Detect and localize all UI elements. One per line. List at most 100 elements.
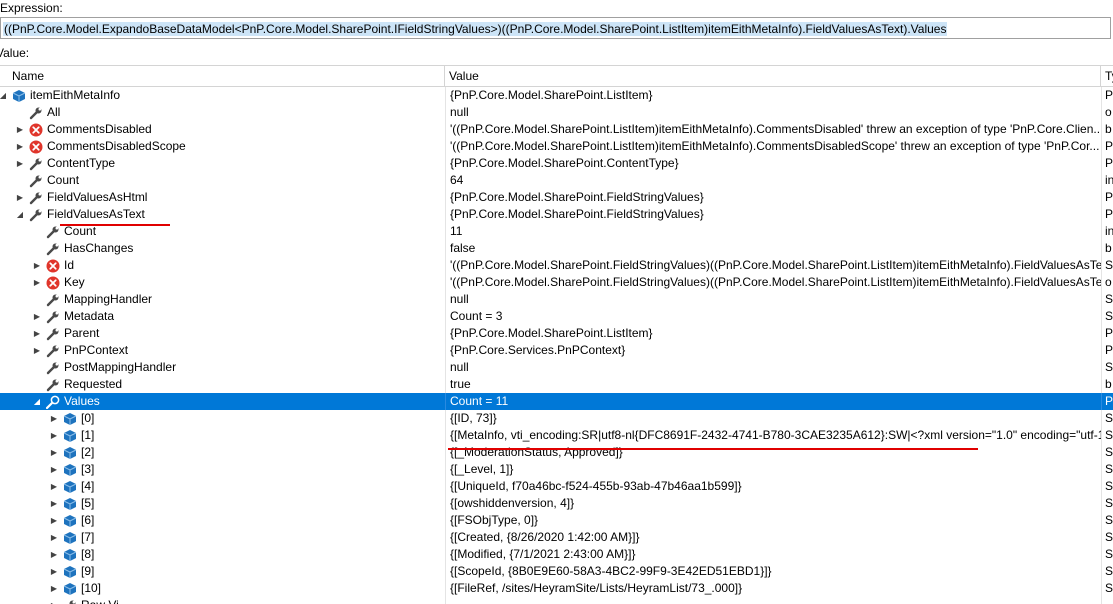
expand-arrow-icon[interactable]: ▶ — [49, 427, 59, 444]
value-cell[interactable]: {PnP.Core.Model.SharePoint.ListItem} — [445, 325, 1101, 342]
table-row[interactable]: Count64in — [0, 172, 1113, 189]
name-cell[interactable]: MappingHandler — [0, 291, 445, 308]
name-cell[interactable]: ▶[1] — [0, 427, 445, 444]
table-row[interactable]: ▶CommentsDisabledScope'((PnP.Core.Model.… — [0, 138, 1113, 155]
table-row[interactable]: ▶MetadataCount = 3Sy — [0, 308, 1113, 325]
name-cell[interactable]: ▶FieldValuesAsHtml — [0, 189, 445, 206]
column-header-type[interactable]: Ty — [1101, 66, 1113, 86]
table-row[interactable]: ▶[7]{[Created, {8/26/2020 1:42:00 AM}]}S… — [0, 529, 1113, 546]
value-cell[interactable]: null — [445, 104, 1101, 121]
name-cell[interactable]: HasChanges — [0, 240, 445, 257]
name-cell[interactable]: ▶[9] — [0, 563, 445, 580]
table-row[interactable]: Requestedtrueb — [0, 376, 1113, 393]
table-row[interactable]: ▶[10]{[FileRef, /sites/HeyramSite/Lists/… — [0, 580, 1113, 597]
table-row[interactable]: ▶Parent{PnP.Core.Model.SharePoint.ListIt… — [0, 325, 1113, 342]
value-cell[interactable]: true — [445, 376, 1101, 393]
collapse-arrow-icon[interactable]: ◢ — [0, 87, 8, 104]
value-cell[interactable]: false — [445, 240, 1101, 257]
collapse-arrow-icon[interactable]: ◢ — [15, 206, 25, 223]
value-cell[interactable]: {PnP.Core.Model.SharePoint.ListItem} — [445, 87, 1101, 104]
value-cell[interactable]: {[_Level, 1]} — [445, 461, 1101, 478]
name-cell[interactable]: ▶[8] — [0, 546, 445, 563]
table-row[interactable]: ▶ContentType{PnP.Core.Model.SharePoint.C… — [0, 155, 1113, 172]
table-row[interactable]: ◢itemEithMetaInfo{PnP.Core.Model.SharePo… — [0, 87, 1113, 104]
name-cell[interactable]: ◢itemEithMetaInfo — [0, 87, 445, 104]
name-cell[interactable]: ▶[3] — [0, 461, 445, 478]
table-row[interactable]: ▶[4]{[UniqueId, f70a46bc-f524-455b-93ab-… — [0, 478, 1113, 495]
name-cell[interactable]: ▶CommentsDisabledScope — [0, 138, 445, 155]
table-row[interactable]: ◢ValuesCount = 11P — [0, 393, 1113, 410]
name-cell[interactable]: ▶[6] — [0, 512, 445, 529]
table-row[interactable]: PostMappingHandlernullSy — [0, 359, 1113, 376]
name-cell[interactable]: ▶Key — [0, 274, 445, 291]
name-cell[interactable]: Requested — [0, 376, 445, 393]
name-cell[interactable]: Count — [0, 172, 445, 189]
table-row[interactable]: ▶[3]{[_Level, 1]}Sy — [0, 461, 1113, 478]
table-row[interactable]: MappingHandlernullSy — [0, 291, 1113, 308]
table-row[interactable]: ▶[1]{[MetaInfo, vti_encoding:SR|utf8-nl{… — [0, 427, 1113, 444]
value-cell[interactable]: {PnP.Core.Model.SharePoint.FieldStringVa… — [445, 189, 1101, 206]
expression-text[interactable]: ((PnP.Core.Model.ExpandoBaseDataModel<Pn… — [3, 22, 947, 36]
value-cell[interactable]: Count = 11 — [445, 393, 1101, 410]
value-cell[interactable]: {[Modified, {7/1/2021 2:43:00 AM}]} — [445, 546, 1101, 563]
name-cell[interactable]: ▶[10] — [0, 580, 445, 597]
value-cell[interactable]: '((PnP.Core.Model.SharePoint.FieldString… — [445, 274, 1101, 291]
value-cell[interactable]: '((PnP.Core.Model.SharePoint.ListItem)it… — [445, 138, 1101, 155]
value-cell[interactable]: {[owshiddenversion, 4]} — [445, 495, 1101, 512]
expand-arrow-icon[interactable]: ▶ — [32, 342, 42, 359]
table-row[interactable]: ▶CommentsDisabled'((PnP.Core.Model.Share… — [0, 121, 1113, 138]
name-cell[interactable]: ◢FieldValuesAsText — [0, 206, 445, 223]
table-row[interactable]: ▶[0]{[ID, 73]}Sy — [0, 410, 1113, 427]
expand-arrow-icon[interactable]: ▶ — [49, 529, 59, 546]
expand-arrow-icon[interactable]: ▶ — [49, 478, 59, 495]
value-cell[interactable]: null — [445, 291, 1101, 308]
expand-arrow-icon[interactable]: ▶ — [49, 512, 59, 529]
table-row[interactable]: ◢FieldValuesAsText{PnP.Core.Model.ShareP… — [0, 206, 1113, 223]
table-row[interactable]: ▶Id'((PnP.Core.Model.SharePoint.FieldStr… — [0, 257, 1113, 274]
value-cell[interactable]: {[Created, {8/26/2020 1:42:00 AM}]} — [445, 529, 1101, 546]
expression-input[interactable]: ((PnP.Core.Model.ExpandoBaseDataModel<Pn… — [0, 17, 1111, 39]
expand-arrow-icon[interactable]: ▶ — [32, 325, 42, 342]
value-cell[interactable]: null — [445, 359, 1101, 376]
value-cell[interactable]: {PnP.Core.Model.SharePoint.ContentType} — [445, 155, 1101, 172]
expand-arrow-icon[interactable]: ▶ — [15, 155, 25, 172]
value-cell[interactable]: {[ID, 73]} — [445, 410, 1101, 427]
expand-arrow-icon[interactable]: ▶ — [15, 138, 25, 155]
expand-arrow-icon[interactable]: ▶ — [49, 546, 59, 563]
name-cell[interactable]: All — [0, 104, 445, 121]
value-cell[interactable]: {[_ModerationStatus, Approved]} — [445, 444, 1101, 461]
expand-arrow-icon[interactable]: ▶ — [49, 444, 59, 461]
name-cell[interactable]: ▶[0] — [0, 410, 445, 427]
value-cell[interactable]: {[ScopeId, {8B0E9E60-58A3-4BC2-99F9-3E42… — [445, 563, 1101, 580]
table-row[interactable]: ▶PnPContext{PnP.Core.Services.PnPContext… — [0, 342, 1113, 359]
name-cell[interactable]: PostMappingHandler — [0, 359, 445, 376]
value-cell[interactable]: {[UniqueId, f70a46bc-f524-455b-93ab-47b4… — [445, 478, 1101, 495]
expand-arrow-icon[interactable]: ▶ — [15, 121, 25, 138]
expand-arrow-icon[interactable]: ▶ — [32, 257, 42, 274]
name-cell[interactable]: ▶[7] — [0, 529, 445, 546]
value-cell[interactable]: Count = 3 — [445, 308, 1101, 325]
table-row[interactable]: HasChangesfalseb — [0, 240, 1113, 257]
value-cell[interactable]: {PnP.Core.Model.SharePoint.FieldStringVa… — [445, 206, 1101, 223]
table-row[interactable]: ▶[9]{[ScopeId, {8B0E9E60-58A3-4BC2-99F9-… — [0, 563, 1113, 580]
column-header-value[interactable]: Value — [445, 66, 1101, 86]
expand-arrow-icon[interactable]: ▶ — [15, 189, 25, 206]
value-cell[interactable]: '((PnP.Core.Model.SharePoint.FieldString… — [445, 257, 1101, 274]
name-cell[interactable]: ▶CommentsDisabled — [0, 121, 445, 138]
table-row[interactable]: ▶[5]{[owshiddenversion, 4]}Sy — [0, 495, 1113, 512]
value-cell[interactable]: 64 — [445, 172, 1101, 189]
column-header-name[interactable]: Name — [8, 66, 445, 86]
table-row[interactable]: ▶[2]{[_ModerationStatus, Approved]}Sy — [0, 444, 1113, 461]
value-cell[interactable]: '((PnP.Core.Model.SharePoint.ListItem)it… — [445, 121, 1101, 138]
value-cell[interactable]: 11 — [445, 223, 1101, 240]
value-cell[interactable]: {[FSObjType, 0]} — [445, 512, 1101, 529]
expand-arrow-icon[interactable]: ▶ — [32, 274, 42, 291]
expand-arrow-icon[interactable]: ▶ — [49, 495, 59, 512]
table-row[interactable]: Allnullo — [0, 104, 1113, 121]
value-cell[interactable]: {PnP.Core.Services.PnPContext} — [445, 342, 1101, 359]
expand-arrow-icon[interactable]: ▶ — [49, 461, 59, 478]
name-cell[interactable]: ▶Metadata — [0, 308, 445, 325]
expand-arrow-icon[interactable]: ▶ — [49, 563, 59, 580]
expand-arrow-icon[interactable]: ▶ — [32, 308, 42, 325]
value-cell[interactable]: {[MetaInfo, vti_encoding:SR|utf8-nl{DFC8… — [445, 427, 1101, 444]
